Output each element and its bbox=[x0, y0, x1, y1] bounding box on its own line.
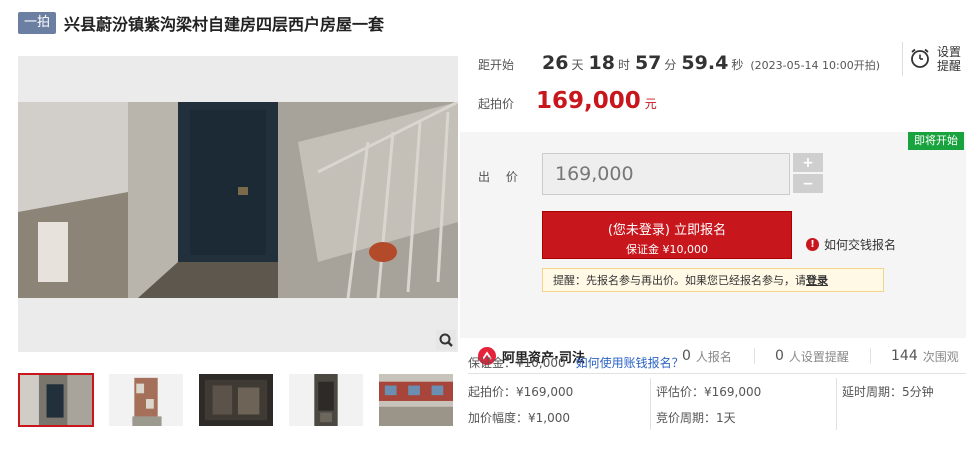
stat-divider bbox=[870, 348, 871, 364]
alarm-clock-icon bbox=[909, 47, 931, 72]
detail-bid-cycle: 竞价周期：1天 bbox=[656, 411, 736, 425]
reminder-line-2: 提醒 bbox=[937, 59, 962, 73]
views-count: 144 bbox=[891, 348, 918, 364]
countdown-seconds-unit: 秒 bbox=[731, 58, 744, 72]
reminder-count: 0 bbox=[775, 348, 784, 364]
main-photo-image bbox=[18, 102, 458, 298]
auction-start-time: (2023-05-14 10:00开拍) bbox=[750, 59, 881, 72]
start-price-row: 起拍价 169,000 元 bbox=[478, 88, 657, 118]
zoom-icon[interactable] bbox=[436, 330, 456, 350]
register-button-label: (您未登录) 立即报名 bbox=[607, 223, 727, 238]
countdown-hours: 18 bbox=[588, 52, 615, 74]
login-tip-text: 提醒：先报名参与再出价。如果您已经报名参与，请 bbox=[553, 274, 806, 287]
main-photo bbox=[18, 102, 458, 298]
set-reminder-button[interactable]: 设置 提醒 bbox=[902, 42, 964, 76]
deposit-text: 保证金：¥10,000 bbox=[468, 356, 566, 370]
start-price-label: 起拍价 bbox=[478, 97, 515, 111]
detail-appraisal: 评估价：¥169,000 bbox=[656, 385, 762, 399]
how-to-pay-link[interactable]: ! 如何交钱报名 bbox=[806, 236, 896, 253]
start-price-value: 169,000 bbox=[536, 88, 641, 114]
thumbnail-strip bbox=[18, 373, 458, 429]
countdown-hours-unit: 时 bbox=[617, 58, 630, 72]
countdown-seconds: 59.4 bbox=[681, 52, 729, 74]
countdown-days-unit: 天 bbox=[571, 58, 584, 72]
thumbnail-1[interactable] bbox=[18, 373, 94, 427]
detail-increment: 加价幅度：¥1,000 bbox=[468, 411, 570, 425]
bid-box: 即将开始 出 价 169,000 + − (您未登录) 立即报名 保证金 ¥10… bbox=[460, 132, 966, 338]
page-title: 兴县蔚汾镇紫沟梁村自建房四层西户房屋一套 bbox=[64, 15, 385, 34]
register-now-button[interactable]: (您未登录) 立即报名 保证金 ¥10,000 bbox=[542, 211, 792, 259]
reminder-stat: 0 人设置提醒 bbox=[775, 342, 849, 370]
auction-round-badge: 一拍 bbox=[18, 12, 57, 34]
countdown-minutes: 57 bbox=[634, 52, 662, 74]
countdown-row: 距开始 26 天 18 时 57 分 59.4 秒 (2023-05-14 10… bbox=[478, 52, 880, 76]
thumbnail-4[interactable] bbox=[288, 373, 364, 427]
auction-panel: 距开始 26 天 18 时 57 分 59.4 秒 (2023-05-14 10… bbox=[460, 40, 966, 460]
registered-label: 人报名 bbox=[695, 349, 732, 364]
page-header: 一拍 兴县蔚汾镇紫沟梁村自建房四层西户房屋一套 bbox=[18, 11, 384, 35]
registered-stat: 0 人报名 bbox=[682, 342, 732, 370]
increase-bid-button[interactable]: + bbox=[793, 153, 823, 172]
detail-delay-cycle: 延时周期：5分钟 bbox=[842, 385, 934, 399]
main-image-viewer[interactable] bbox=[18, 56, 458, 352]
deposit-help-link[interactable]: 如何使用账钱报名？ bbox=[576, 354, 684, 371]
start-price-unit: 元 bbox=[644, 97, 657, 111]
decrease-bid-button[interactable]: − bbox=[793, 174, 823, 193]
how-to-pay-label: 如何交钱报名 bbox=[824, 238, 897, 252]
countdown-days: 26 bbox=[542, 52, 569, 74]
deposit-row: 保证金：¥10,000 如何使用账钱报名？ bbox=[468, 354, 684, 371]
thumbnail-3[interactable] bbox=[198, 373, 274, 427]
divider bbox=[468, 373, 966, 374]
views-stat: 144 次围观 bbox=[891, 342, 959, 370]
countdown-label: 距开始 bbox=[478, 58, 515, 72]
views-label: 次围观 bbox=[922, 349, 959, 364]
detail-start-price: 起拍价：¥169,000 bbox=[468, 385, 574, 399]
stat-divider bbox=[754, 348, 755, 364]
bid-label: 出 价 bbox=[478, 170, 524, 184]
status-badge: 即将开始 bbox=[908, 132, 964, 150]
bid-amount-input[interactable]: 169,000 bbox=[542, 153, 790, 195]
countdown-minutes-unit: 分 bbox=[664, 58, 677, 72]
column-divider bbox=[650, 378, 651, 430]
reminder-label: 人设置提醒 bbox=[788, 349, 849, 364]
info-icon: ! bbox=[806, 238, 819, 251]
register-deposit-label: 保证金 ¥10,000 bbox=[626, 243, 708, 256]
reminder-line-1: 设置 bbox=[937, 45, 962, 59]
column-divider bbox=[836, 378, 837, 430]
thumbnail-2[interactable] bbox=[108, 373, 184, 427]
thumbnail-5[interactable] bbox=[378, 373, 454, 427]
set-reminder-label: 设置 提醒 bbox=[937, 45, 961, 73]
bid-stepper: + − bbox=[793, 153, 823, 193]
login-link[interactable]: 登录 bbox=[806, 272, 828, 288]
login-tip: 提醒：先报名参与再出价。如果您已经报名参与，请 登录 bbox=[542, 268, 884, 292]
